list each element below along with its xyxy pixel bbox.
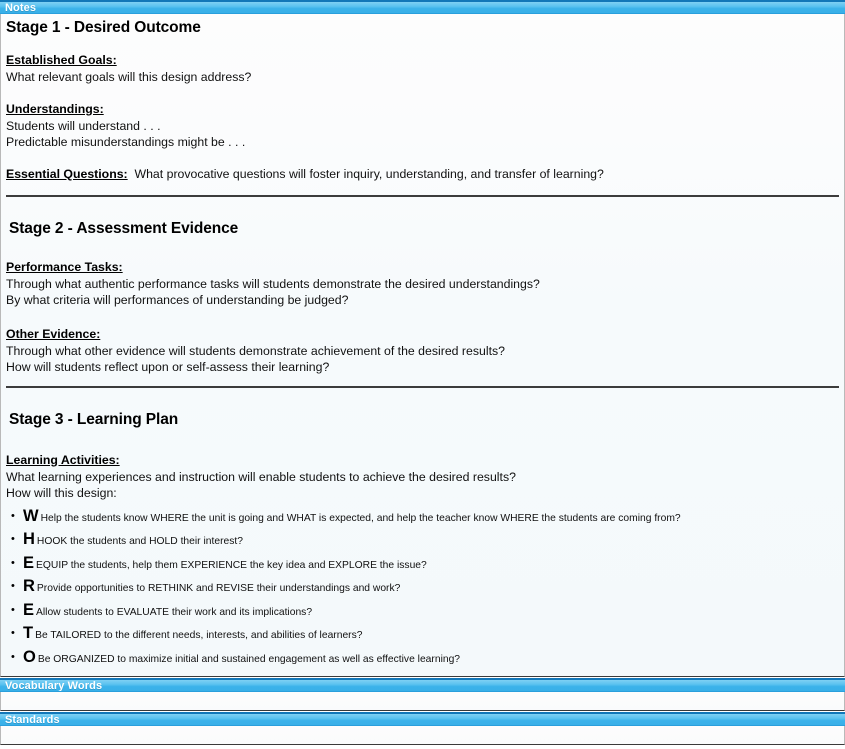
whereto-detail: Be TAILORED to the different needs, inte… xyxy=(35,630,363,641)
whereto-letter: O xyxy=(23,647,36,666)
learning-activities-line: What learning experiences and instructio… xyxy=(6,469,516,484)
whereto-item-t: • T Be TAILORED to the different needs, in… xyxy=(5,623,840,647)
bullet-icon: • xyxy=(11,580,15,592)
whereto-letter: E xyxy=(23,553,35,572)
whereto-item-o: • O Be ORGANIZED to maximize initial and s… xyxy=(5,647,840,671)
performance-tasks-label: Performance Tasks: xyxy=(6,259,123,274)
stage-1-heading: Stage 1 - Desired Outcome xyxy=(6,19,201,36)
performance-tasks-block: Performance Tasks: Through what authenti… xyxy=(6,258,840,309)
understandings-line: Students will understand . . . xyxy=(6,118,161,133)
established-goals-heading-row: Established Goals: xyxy=(6,51,840,69)
bullet-icon: • xyxy=(11,603,15,616)
whereto-detail: Provide opportunities to RETHINK and REV… xyxy=(36,583,401,594)
vocabulary-words-section-header[interactable]: Vocabulary Words xyxy=(0,678,845,692)
performance-tasks-line: Through what authentic performance tasks… xyxy=(6,276,540,291)
whereto-item-w: • W Help the students know WHERE the unit … xyxy=(5,506,840,530)
whereto-list: • W Help the students know WHERE the unit … xyxy=(5,506,840,671)
bullet-icon: • xyxy=(11,650,15,663)
bullet-icon: • xyxy=(11,533,15,545)
stage-3-heading: Stage 3 - Learning Plan xyxy=(9,410,179,428)
whereto-item-r: • R Provide opportunities to RETHINK and R… xyxy=(5,576,840,600)
standards-section-title: Standards xyxy=(5,714,60,726)
notes-panel-body[interactable]: Stage 1 - Desired Outcome Established Go… xyxy=(0,14,845,677)
standards-panel-body[interactable] xyxy=(0,726,845,745)
whereto-detail: Help the students know WHERE the unit is… xyxy=(40,512,681,524)
performance-tasks-line: By what criteria will performances of un… xyxy=(6,293,349,307)
understandings-line: Predictable misunderstandings might be .… xyxy=(6,135,246,149)
other-evidence-line: Through what other evidence will student… xyxy=(6,343,505,358)
whereto-letter: E xyxy=(23,600,35,619)
bullet-icon: • xyxy=(11,556,15,569)
essential-questions-block: Essential Questions: What provocative qu… xyxy=(6,165,840,183)
learning-activities-line: How will this design: xyxy=(6,486,117,500)
whereto-detail: Allow students to EVALUATE their work an… xyxy=(36,606,313,618)
learning-activities-heading-row: Learning Activities: xyxy=(6,451,840,469)
established-goals-label: Established Goals: xyxy=(6,53,117,67)
whereto-letter: W xyxy=(23,506,39,525)
whereto-item-h: • H HOOK the students and HOLD their inter… xyxy=(5,529,840,553)
understandings-heading-row: Understandings: xyxy=(6,100,840,118)
whereto-detail: Be ORGANIZED to maximize initial and sus… xyxy=(37,653,461,665)
established-goals-block: Established Goals: What relevant goals w… xyxy=(6,51,840,86)
other-evidence-block: Other Evidence: Through what other evide… xyxy=(6,325,840,376)
bullet-icon: • xyxy=(11,509,15,522)
vocabulary-words-panel-body[interactable] xyxy=(0,692,845,711)
learning-activities-block: Learning Activities: What learning exper… xyxy=(6,451,840,502)
whereto-item-e1: • E EQUIP the students, help them EXPERIEN… xyxy=(5,553,840,577)
whereto-letter: T xyxy=(23,624,34,642)
established-goals-line: What relevant goals will this design add… xyxy=(6,70,252,84)
performance-tasks-heading-row: Performance Tasks: xyxy=(6,258,840,276)
notes-section-header[interactable]: Notes xyxy=(0,0,845,14)
stage-2-heading: Stage 2 - Assessment Evidence xyxy=(9,219,239,237)
notes-template-page: Notes Stage 1 - Desired Outcome Establis… xyxy=(0,0,845,749)
standards-section-header[interactable]: Standards xyxy=(0,712,845,726)
vocabulary-words-section-title: Vocabulary Words xyxy=(5,680,103,692)
notes-section-title: Notes xyxy=(5,2,37,14)
understandings-block: Understandings: Students will understand… xyxy=(6,100,840,151)
other-evidence-heading-row: Other Evidence: xyxy=(6,325,840,343)
other-evidence-line: How will students reflect upon or self-a… xyxy=(6,360,330,374)
understandings-label: Understandings: xyxy=(6,101,104,116)
other-evidence-label: Other Evidence: xyxy=(6,326,101,341)
essential-questions-text: What provocative questions will foster i… xyxy=(134,166,604,181)
learning-activities-label: Learning Activities: xyxy=(6,452,120,467)
bullet-icon: • xyxy=(11,627,15,639)
essential-questions-label: Essential Questions: xyxy=(6,166,128,181)
whereto-letter: R xyxy=(23,577,35,595)
whereto-item-e2: • E Allow students to EVALUATE their work … xyxy=(5,600,840,624)
whereto-detail: EQUIP the students, help them EXPERIENCE… xyxy=(36,559,427,571)
whereto-letter: H xyxy=(23,530,35,548)
whereto-detail: HOOK the students and HOLD their interes… xyxy=(36,536,243,547)
